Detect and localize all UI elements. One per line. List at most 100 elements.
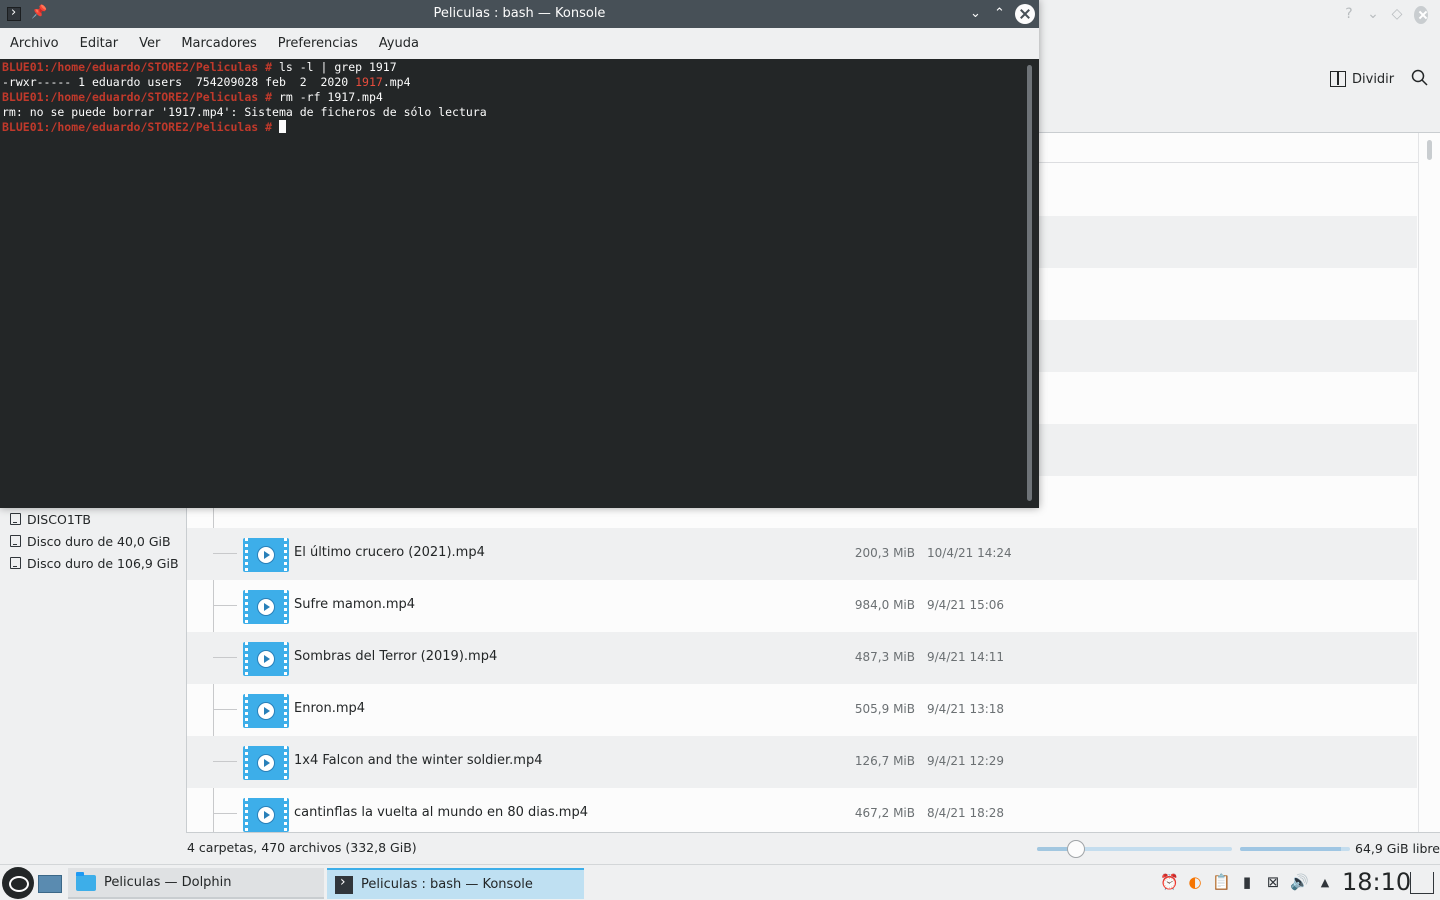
- konsole-titlebar[interactable]: 📌 Peliculas : bash — Konsole ⌄ ⌃: [0, 0, 1039, 28]
- file-date: 8/4/21 18:28: [927, 806, 1005, 820]
- network-disconnected-icon[interactable]: ⊠: [1264, 873, 1282, 891]
- task-dolphin[interactable]: Peliculas — Dolphin: [68, 868, 324, 899]
- free-space-bar: [1240, 847, 1350, 851]
- task-label: Peliculas — Dolphin: [104, 875, 232, 890]
- place-item-disco1tb[interactable]: DISCO1TB: [0, 508, 186, 530]
- file-date: 9/4/21 15:06: [927, 598, 1005, 612]
- places-panel: DISCO1TB Disco duro de 40,0 GiB Disco du…: [0, 508, 186, 574]
- shell-prompt: BLUE01:/home/eduardo/STORE2/Peliculas #: [2, 90, 273, 104]
- video-file-icon: [243, 590, 289, 624]
- file-row[interactable]: El último crucero (2021).mp4 200,3 MiB 1…: [187, 528, 1417, 580]
- file-size: 200,3 MiB: [854, 546, 915, 560]
- drive-icon: [10, 535, 21, 547]
- search-button[interactable]: [1411, 69, 1429, 91]
- close-icon[interactable]: [1414, 6, 1428, 24]
- system-tray: ⏰ ◐ 📋 ▮ ⊠ 🔊 ▲: [1160, 873, 1334, 891]
- task-konsole[interactable]: Peliculas : bash — Konsole: [327, 868, 584, 899]
- terminal-line: rm: no se puede borrar '1917.mp4': Siste…: [2, 105, 1037, 120]
- zoom-slider[interactable]: [1037, 840, 1232, 858]
- command-text: ls -l | grep 1917: [272, 60, 397, 74]
- file-size: 487,3 MiB: [854, 650, 915, 664]
- output-text: .mp4: [382, 75, 411, 89]
- file-date: 9/4/21 14:11: [927, 650, 1005, 664]
- file-size: 505,9 MiB: [854, 702, 915, 716]
- text-cursor: [278, 120, 286, 133]
- usb-icon[interactable]: ▮: [1238, 873, 1256, 891]
- drive-icon: [10, 513, 21, 525]
- terminal-line: BLUE01:/home/eduardo/STORE2/Peliculas # …: [2, 60, 1037, 75]
- terminal-icon: [335, 874, 353, 894]
- zoom-slider-handle[interactable]: [1067, 840, 1085, 858]
- place-label: Disco duro de 40,0 GiB: [27, 533, 171, 549]
- file-name: Sombras del Terror (2019).mp4: [294, 649, 498, 664]
- close-icon[interactable]: [1015, 4, 1035, 24]
- file-row[interactable]: Enron.mp4 505,9 MiB 9/4/21 13:18: [187, 684, 1417, 736]
- file-row[interactable]: Sombras del Terror (2019).mp4 487,3 MiB …: [187, 632, 1417, 684]
- pager-desktop-icon[interactable]: [38, 875, 62, 893]
- file-date: 9/4/21 12:29: [927, 754, 1005, 768]
- minimize-icon[interactable]: ⌄: [970, 6, 981, 21]
- file-name: El último crucero (2021).mp4: [294, 545, 485, 560]
- place-label: Disco duro de 106,9 GiB: [27, 555, 179, 571]
- file-size: 467,2 MiB: [854, 806, 915, 820]
- terminal-line: -rwxr----- 1 eduardo users 754209028 feb…: [2, 75, 1037, 90]
- menu-ayuda[interactable]: Ayuda: [379, 36, 419, 51]
- clock[interactable]: 18:10: [1342, 868, 1411, 896]
- window-title: Peliculas : bash — Konsole: [433, 6, 606, 21]
- maximize-icon[interactable]: ◇: [1390, 6, 1404, 24]
- free-space-used: [1240, 847, 1342, 851]
- show-desktop-icon[interactable]: [1410, 872, 1434, 894]
- konsole-window: 📌 Peliculas : bash — Konsole ⌄ ⌃ Archivo…: [0, 0, 1039, 508]
- file-date: 9/4/21 13:18: [927, 702, 1005, 716]
- file-name: Enron.mp4: [294, 701, 366, 716]
- weather-icon[interactable]: ◐: [1186, 873, 1204, 891]
- help-icon[interactable]: ?: [1342, 6, 1356, 24]
- split-button-label: Dividir: [1352, 71, 1395, 87]
- place-item-disk-106gib[interactable]: Disco duro de 106,9 GiB: [0, 552, 186, 574]
- application-launcher-icon[interactable]: [2, 867, 34, 899]
- shell-prompt: BLUE01:/home/eduardo/STORE2/Peliculas #: [2, 120, 273, 134]
- split-view-icon: [1330, 71, 1346, 87]
- file-list-scrollbar[interactable]: [1418, 133, 1440, 832]
- shell-prompt: BLUE01:/home/eduardo/STORE2/Peliculas #: [2, 60, 273, 74]
- menu-marcadores[interactable]: Marcadores: [181, 36, 256, 51]
- scrollbar-thumb[interactable]: [1427, 140, 1432, 160]
- file-name: cantinflas la vuelta al mundo en 80 dias…: [294, 805, 588, 820]
- output-text: -rwxr----- 1 eduardo users 754209028 feb…: [2, 75, 356, 89]
- menu-archivo[interactable]: Archivo: [10, 36, 59, 51]
- file-name: Sufre mamon.mp4: [294, 597, 416, 612]
- file-row[interactable]: Sufre mamon.mp4 984,0 MiB 9/4/21 15:06: [187, 580, 1417, 632]
- alarm-icon[interactable]: ⏰: [1160, 873, 1179, 891]
- menu-ver[interactable]: Ver: [139, 36, 160, 51]
- status-text: 4 carpetas, 470 archivos (332,8 GiB): [187, 840, 417, 855]
- split-button[interactable]: Dividir: [1330, 69, 1394, 89]
- terminal-line: BLUE01:/home/eduardo/STORE2/Peliculas # …: [2, 90, 1037, 105]
- menu-editar[interactable]: Editar: [80, 36, 119, 51]
- terminal-line: BLUE01:/home/eduardo/STORE2/Peliculas #: [2, 120, 1037, 135]
- clipboard-icon[interactable]: 📋: [1212, 873, 1231, 891]
- menu-preferencias[interactable]: Preferencias: [278, 36, 358, 51]
- volume-icon[interactable]: 🔊: [1290, 873, 1309, 891]
- video-file-icon: [243, 538, 289, 572]
- file-size: 126,7 MiB: [854, 754, 915, 768]
- video-file-icon: [243, 642, 289, 676]
- video-file-icon: [243, 746, 289, 780]
- place-item-disk-40gib[interactable]: Disco duro de 40,0 GiB: [0, 530, 186, 552]
- video-file-icon: [243, 694, 289, 728]
- file-size: 984,0 MiB: [854, 598, 915, 612]
- file-row[interactable]: 1x4 Falcon and the winter soldier.mp4 12…: [187, 736, 1417, 788]
- maximize-icon[interactable]: ⌃: [994, 6, 1005, 21]
- error-text: rm: no se puede borrar '1917.mp4': Siste…: [2, 105, 487, 119]
- drive-icon: [10, 557, 21, 569]
- command-text: rm -rf 1917.mp4: [272, 90, 383, 104]
- terminal-scrollbar[interactable]: [1027, 65, 1032, 501]
- search-icon: [1411, 69, 1428, 86]
- dolphin-window-buttons: ? ⌄ ◇: [1342, 6, 1428, 24]
- minimize-icon[interactable]: ⌄: [1366, 6, 1380, 24]
- tray-expand-icon[interactable]: ▲: [1316, 876, 1334, 889]
- free-space-label: 64,9 GiB libre: [1355, 841, 1440, 856]
- taskbar: Peliculas — Dolphin Peliculas : bash — K…: [0, 864, 1440, 900]
- terminal-area[interactable]: BLUE01:/home/eduardo/STORE2/Peliculas # …: [0, 59, 1039, 508]
- file-row[interactable]: cantinflas la vuelta al mundo en 80 dias…: [187, 788, 1417, 832]
- folder-icon: [76, 871, 96, 891]
